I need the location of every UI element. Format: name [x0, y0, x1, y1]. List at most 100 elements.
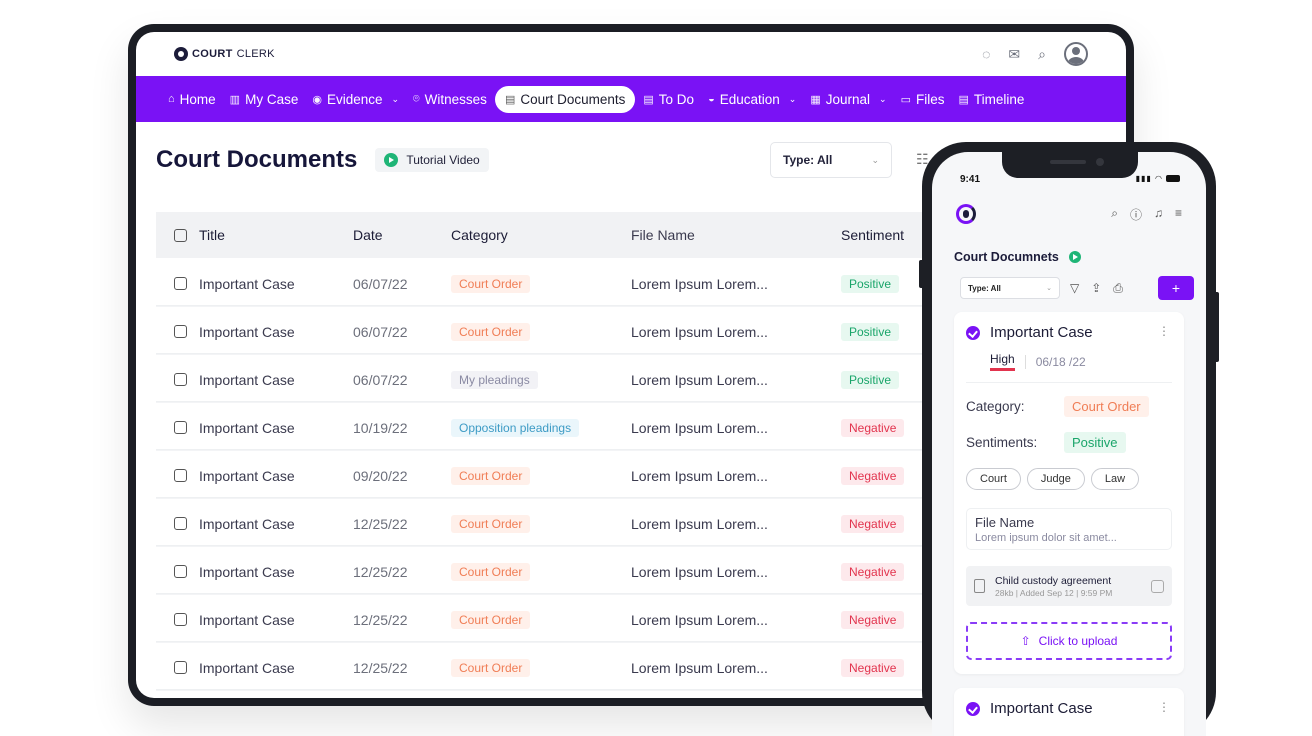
- row-checkbox[interactable]: [174, 565, 187, 578]
- nav-item-education[interactable]: ◒ Education ⌄: [702, 86, 802, 113]
- add-document-button[interactable]: +: [1158, 276, 1194, 300]
- table-row[interactable]: Important Case 12/25/22 Court Order Lorem I…: [156, 646, 936, 690]
- table-row[interactable]: Important Case 06/07/22 My pleadings Lorem …: [156, 358, 936, 402]
- card-title: Important Case: [990, 324, 1093, 341]
- nav-item-evidence[interactable]: ◉ Evidence ⌄: [306, 86, 405, 113]
- row-checkbox[interactable]: [174, 373, 187, 386]
- header-title[interactable]: Title: [199, 227, 225, 243]
- print-icon[interactable]: ⎙: [1113, 281, 1123, 296]
- row-title[interactable]: Important Case: [199, 660, 295, 676]
- attachment-row[interactable]: Child custody agreement 28kb | Added Sep…: [966, 566, 1172, 606]
- checked-circle-icon[interactable]: [966, 325, 980, 340]
- row-title[interactable]: Important Case: [199, 324, 295, 340]
- row-checkbox[interactable]: [174, 661, 187, 674]
- chat-icon[interactable]: ◌: [982, 46, 990, 62]
- more-options-icon[interactable]: ⋮: [1158, 700, 1170, 714]
- play-icon[interactable]: [1068, 251, 1081, 263]
- phone-logo-icon[interactable]: [956, 204, 976, 224]
- bell-icon[interactable]: ♫: [1154, 206, 1163, 223]
- row-date: 10/19/22: [353, 419, 408, 436]
- status-time: 9:41: [960, 174, 981, 185]
- chevron-down-icon: ⌄: [1046, 285, 1052, 292]
- tag-chip[interactable]: Law: [1090, 468, 1140, 490]
- card-date: 06/18 /22: [1035, 354, 1086, 369]
- row-title[interactable]: Important Case: [199, 516, 295, 532]
- menu-icon[interactable]: ≡: [1175, 206, 1182, 223]
- table-row[interactable]: Important Case 10/19/22 Opposition pleadin…: [156, 406, 936, 450]
- header-category[interactable]: Category: [451, 227, 631, 243]
- row-checkbox[interactable]: [174, 469, 187, 482]
- row-title[interactable]: Important Case: [199, 564, 295, 580]
- document-card[interactable]: Important Case ⋮: [954, 688, 1184, 736]
- row-title[interactable]: Important Case: [199, 468, 295, 484]
- row-title[interactable]: Important Case: [199, 612, 295, 628]
- row-title[interactable]: Important Case: [199, 276, 295, 292]
- sentiment-tag: Positive: [841, 322, 900, 341]
- tutorial-video-button[interactable]: Tutorial Video: [375, 148, 489, 172]
- chevron-down-icon: ⌄: [391, 93, 400, 104]
- row-file-name: Lorem Ipsum Lorem...: [631, 467, 768, 484]
- attachment-meta: 28kb | Added Sep 12 | 9:59 PM: [995, 587, 1113, 598]
- user-avatar-icon[interactable]: [1064, 42, 1088, 66]
- logo-text-light: CLERK: [236, 48, 275, 60]
- mail-icon[interactable]: ✉: [1008, 46, 1020, 63]
- nav-item-home[interactable]: ⌂ Home: [162, 86, 222, 113]
- category-tag: My pleadings: [451, 370, 538, 389]
- search-icon[interactable]: ⌕: [1111, 206, 1118, 223]
- top-bar: COURT CLERK ◌ ✉ ⌕: [136, 32, 1126, 76]
- nav-icon: ◉: [312, 93, 322, 106]
- showcase-stage: COURT CLERK ◌ ✉ ⌕ ⌂ Home ▥ My Case ◉ Evidence ⌄…: [0, 0, 1312, 736]
- nav-item-to-do[interactable]: ▤ To Do: [637, 86, 700, 113]
- more-options-icon[interactable]: ⋮: [1158, 324, 1170, 338]
- row-checkbox[interactable]: [174, 325, 187, 338]
- nav-item-files[interactable]: ▭ Files: [895, 86, 951, 113]
- row-title[interactable]: Important Case: [199, 420, 295, 436]
- help-icon[interactable]: ⓘ: [1130, 206, 1142, 223]
- row-checkbox[interactable]: [174, 277, 187, 290]
- nav-item-court-documents[interactable]: ▤ Court Documents: [494, 85, 636, 113]
- nav-icon: ⌾: [413, 92, 420, 105]
- nav-label: Home: [179, 91, 216, 107]
- nav-item-witnesses[interactable]: ⌾ Witnesses: [407, 86, 493, 113]
- phone-volume-button: [919, 260, 924, 288]
- category-tag: Court Order: [451, 610, 531, 629]
- document-card[interactable]: Important Case ⋮ High 06/18 /22 Category…: [954, 312, 1184, 674]
- logo-text-bold: COURT: [192, 48, 233, 60]
- nav-item-journal[interactable]: ▦ Journal ⌄: [804, 86, 892, 113]
- nav-label: To Do: [658, 91, 695, 107]
- file-name-box: File Name Lorem ipsum dolor sit amet...: [966, 508, 1172, 550]
- row-checkbox[interactable]: [174, 421, 187, 434]
- filter-icon[interactable]: ▽: [1070, 281, 1079, 296]
- nav-item-timeline[interactable]: ▤ Timeline: [952, 86, 1030, 113]
- table-row[interactable]: Important Case 09/20/22 Court Order Lorem I…: [156, 454, 936, 498]
- checked-circle-icon[interactable]: [966, 701, 980, 716]
- row-checkbox[interactable]: [174, 517, 187, 530]
- row-checkbox[interactable]: [174, 613, 187, 626]
- app-logo[interactable]: COURT CLERK: [174, 47, 275, 61]
- attachment-checkbox[interactable]: [1151, 579, 1164, 593]
- table-row[interactable]: Important Case 12/25/22 Court Order Lorem I…: [156, 598, 936, 642]
- row-title[interactable]: Important Case: [199, 372, 295, 388]
- table-row[interactable]: Important Case 12/25/22 Court Order Lorem I…: [156, 550, 936, 594]
- table-row[interactable]: Important Case 06/07/22 Court Order Lorem I…: [156, 262, 936, 306]
- sentiment-tag: Negative: [841, 466, 905, 485]
- nav-icon: ◒: [708, 93, 715, 105]
- phone-type-filter-select[interactable]: Type: All ⌄: [960, 277, 1060, 299]
- table-row[interactable]: Important Case 12/25/22 Court Order Lorem I…: [156, 502, 936, 546]
- search-icon[interactable]: ⌕: [1038, 46, 1046, 63]
- table-row[interactable]: Important Case 06/07/22 Court Order Lorem I…: [156, 310, 936, 354]
- upload-icon[interactable]: ⇪: [1091, 281, 1101, 296]
- row-date: 06/07/22: [353, 323, 408, 340]
- row-date: 06/07/22: [353, 371, 408, 388]
- nav-item-my-case[interactable]: ▥ My Case: [224, 86, 305, 113]
- category-tag: Court Order: [451, 322, 531, 341]
- card-title: Important Case: [990, 700, 1093, 717]
- header-date[interactable]: Date: [353, 227, 451, 243]
- tag-chip[interactable]: Court: [966, 468, 1021, 490]
- select-all-checkbox[interactable]: [174, 228, 187, 242]
- header-file-name[interactable]: File Name: [631, 227, 841, 243]
- nav-label: My Case: [245, 91, 299, 107]
- type-filter-select[interactable]: Type: All ⌄: [770, 142, 892, 178]
- upload-dropzone[interactable]: ⇧ Click to upload: [966, 622, 1172, 660]
- tag-chip[interactable]: Judge: [1026, 468, 1085, 490]
